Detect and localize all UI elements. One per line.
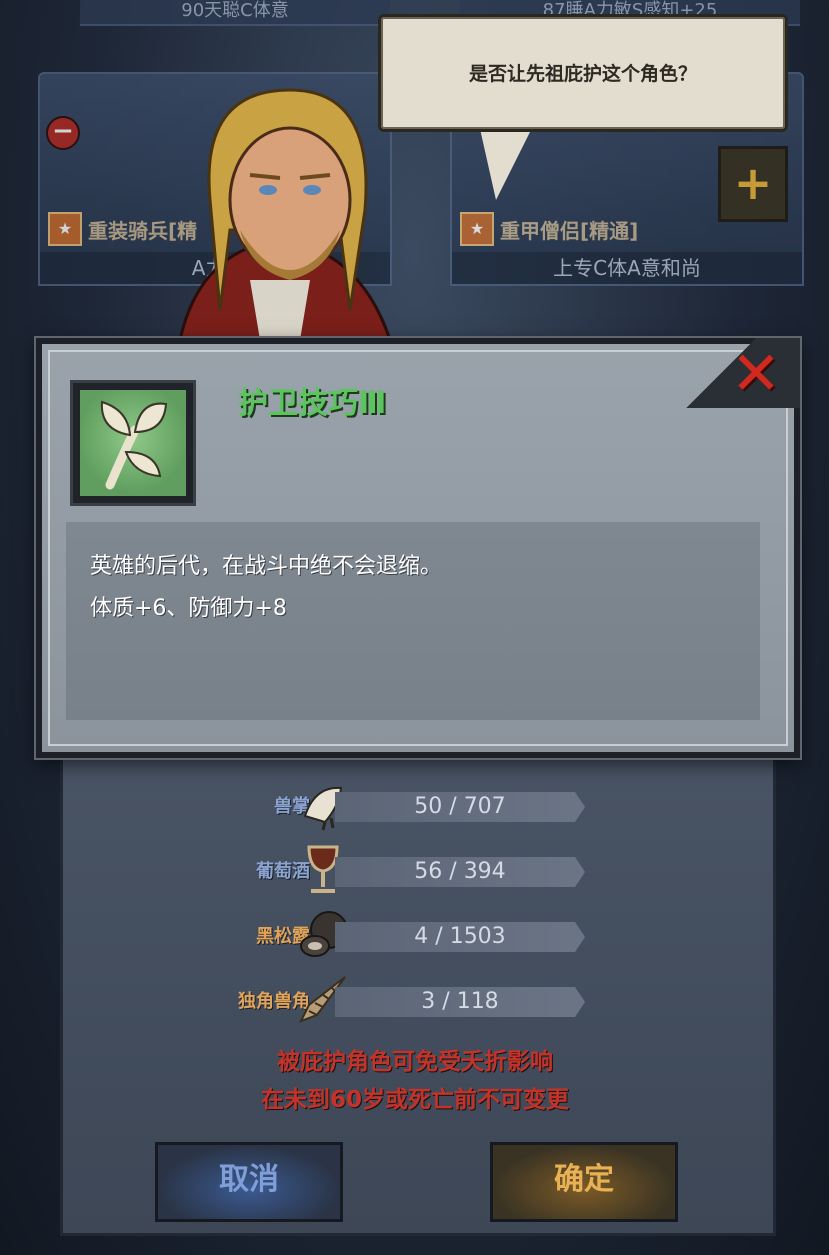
- roster-strip-left: 90天聪C体意: [80, 0, 390, 26]
- resource-count: 56 / 394: [414, 859, 506, 884]
- resource-row: 兽掌 50 / 707: [150, 786, 600, 831]
- resource-count: 4 / 1503: [414, 924, 506, 949]
- skill-icon-frame: [70, 380, 196, 506]
- class-badge-icon: ★: [460, 212, 494, 246]
- resource-row: 葡萄酒 56 / 394: [150, 845, 600, 893]
- add-character-button[interactable]: +: [718, 146, 788, 222]
- confirm-button[interactable]: 确定: [490, 1142, 678, 1222]
- character-class-label: 重甲僧侣[精通]: [500, 218, 639, 243]
- skill-sprout-icon: [80, 390, 186, 496]
- class-badge-icon: ★: [48, 212, 82, 246]
- resource-count: 3 / 118: [421, 989, 499, 1014]
- bubble-text: 是否让先祖庇护这个角色？: [468, 63, 697, 85]
- skill-description: 英雄的后代，在战斗中绝不会退缩。: [90, 554, 443, 579]
- resource-count: 50 / 707: [414, 794, 506, 819]
- character-class-right: ★ 重甲僧侣[精通]: [460, 212, 638, 246]
- resource-row: 黑松露 4 / 1503: [150, 911, 600, 957]
- close-icon[interactable]: ✕: [728, 344, 784, 404]
- skill-stats: 体质+6、防御力+8: [90, 596, 287, 621]
- skill-title: 护卫技巧Ⅲ: [238, 386, 387, 421]
- character-traits-right: 上专C体A意和尚: [452, 252, 802, 284]
- remove-character-button[interactable]: −: [46, 116, 80, 150]
- warning-line-1: 被庇护角色可免受夭折影响: [277, 1049, 553, 1075]
- bubble-tail: [478, 120, 536, 200]
- cancel-button[interactable]: 取消: [155, 1142, 343, 1222]
- speech-bubble: 是否让先祖庇护这个角色？: [378, 14, 788, 132]
- resource-row: 独角兽角 3 / 118: [150, 976, 600, 1023]
- warning-line-2: 在未到60岁或死亡前不可变更: [260, 1087, 569, 1113]
